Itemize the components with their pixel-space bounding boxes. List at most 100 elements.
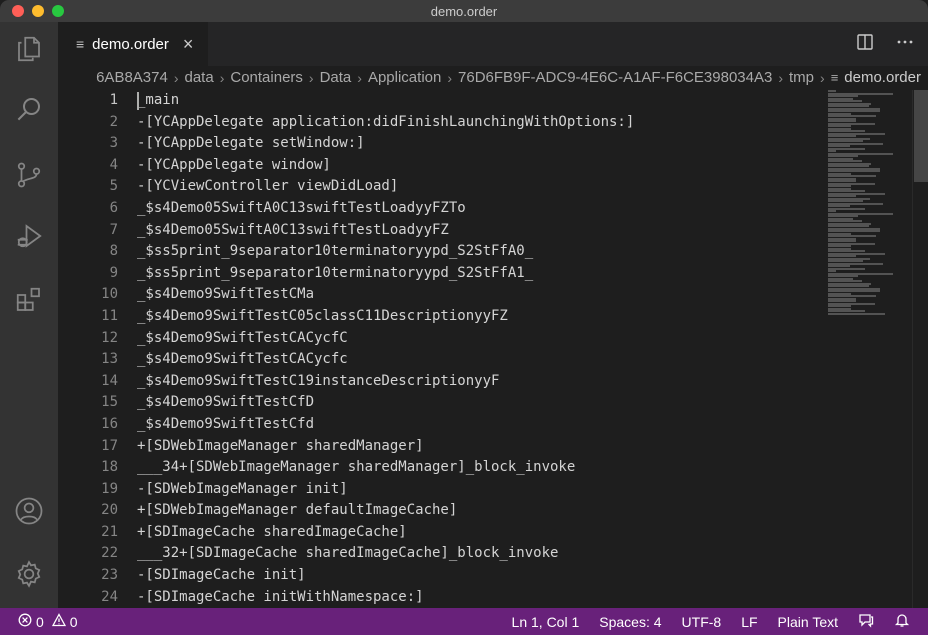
code-line[interactable]: -[SDImageCache initWithNamespace:] [137, 587, 827, 608]
code-line[interactable]: ___32+[SDImageCache sharedImageCache]_bl… [137, 543, 827, 565]
line-number: 23 [101, 567, 118, 584]
line-number: 9 [109, 264, 118, 281]
code-line[interactable]: _$s4Demo9SwiftTestCACycfc [137, 349, 827, 371]
code-line[interactable]: +[SDImageCache sharedImageCache] [137, 522, 827, 544]
line-number: 11 [101, 307, 118, 324]
vertical-scrollbar[interactable] [912, 90, 928, 608]
error-count: 0 [36, 613, 44, 630]
end-of-line[interactable]: LF [741, 614, 757, 630]
breadcrumb: 6AB8A374 › data › Containers › Data › Ap… [58, 66, 928, 90]
line-number: 22 [101, 545, 118, 562]
close-window-button[interactable] [12, 5, 24, 17]
line-number: 3 [109, 135, 118, 152]
code-line[interactable]: -[YCAppDelegate setWindow:] [137, 133, 827, 155]
code-line[interactable]: _$s4Demo9SwiftTestCfD [137, 392, 827, 414]
line-number: 1 [109, 92, 118, 108]
settings-gear-icon[interactable] [0, 550, 58, 598]
line-number: 19 [101, 480, 118, 497]
line-number: 5 [109, 178, 118, 195]
chevron-right-icon: › [219, 69, 225, 86]
account-icon[interactable] [0, 487, 58, 535]
activity-bar [0, 22, 58, 608]
source-control-icon[interactable] [0, 151, 58, 199]
line-number: 24 [101, 588, 118, 605]
tab-bar: ≡ demo.order × [58, 22, 928, 66]
breadcrumb-file[interactable]: demo.order [844, 69, 921, 86]
code-line[interactable]: _main [137, 90, 827, 112]
code-line[interactable]: ___34+[SDWebImageManager sharedManager]_… [137, 457, 827, 479]
chevron-right-icon: › [447, 69, 453, 86]
minimize-window-button[interactable] [32, 5, 44, 17]
code-line[interactable]: +[SDWebImageManager sharedManager] [137, 436, 827, 458]
run-debug-icon[interactable] [0, 212, 58, 260]
breadcrumb-item[interactable]: Data [320, 69, 352, 86]
line-number: 14 [101, 372, 118, 389]
editor[interactable]: 1 2 3 4 5 6 7 8 9 10 11 12 13 14 15 16 17 18 19 20 21 22 23 24 … [58, 90, 928, 608]
problems-indicator[interactable]: 0 0 [18, 608, 78, 635]
encoding[interactable]: UTF-8 [682, 614, 722, 630]
code-line[interactable]: -[SDImageCache init] [137, 565, 827, 587]
minimap-line [828, 312, 886, 315]
chevron-right-icon: › [173, 69, 179, 86]
code-line[interactable]: +[SDWebImageManager defaultImageCache] [137, 500, 827, 522]
line-number: 21 [101, 523, 118, 540]
code-line[interactable]: _$s4Demo9SwiftTestC19instanceDescription… [137, 371, 827, 393]
warning-count: 0 [69, 613, 78, 630]
code-line[interactable]: _$s4Demo9SwiftTestCACycfC [137, 328, 827, 350]
status-bar: 0 0 Ln 1, Col 1 Spaces: 4 UTF-8 LF Plain… [0, 608, 928, 635]
file-text-icon: ≡ [76, 36, 85, 52]
code-line[interactable]: _$ss5print_9separator10terminatoryypd_S2… [137, 263, 827, 285]
search-icon[interactable] [0, 85, 58, 133]
text-cursor [137, 92, 139, 110]
breadcrumb-item[interactable]: Containers [230, 69, 303, 86]
language-mode[interactable]: Plain Text [778, 614, 838, 630]
line-number: 4 [109, 156, 118, 173]
title-bar: demo.order [0, 0, 928, 22]
warning-icon [51, 613, 66, 630]
code-line[interactable]: -[YCAppDelegate window] [137, 155, 827, 177]
close-icon[interactable]: × [183, 35, 194, 53]
file-text-icon: ≡ [830, 70, 839, 85]
split-editor-icon[interactable] [856, 33, 874, 56]
code-area[interactable]: _main -[YCAppDelegate application:didFini… [137, 90, 827, 608]
bell-icon[interactable] [894, 612, 910, 631]
cursor-position[interactable]: Ln 1, Col 1 [512, 614, 580, 630]
code-line[interactable]: _$s4Demo05SwiftA0C13swiftTestLoadyyFZTo [137, 198, 827, 220]
code-line[interactable]: _$s4Demo9SwiftTestCfd [137, 414, 827, 436]
code-line[interactable]: -[YCAppDelegate application:didFinishLau… [137, 112, 827, 134]
window-title: demo.order [430, 3, 498, 19]
status-right-items: Ln 1, Col 1 Spaces: 4 UTF-8 LF Plain Tex… [512, 608, 910, 635]
code-line[interactable]: _$s4Demo9SwiftTestCMa [137, 284, 827, 306]
code-line[interactable]: _$s4Demo9SwiftTestC05classC11Description… [137, 306, 827, 328]
breadcrumb-item[interactable]: data [185, 69, 214, 86]
line-number-gutter: 1 2 3 4 5 6 7 8 9 10 11 12 13 14 15 16 17 18 19 20 21 22 23 24 [58, 90, 118, 608]
zoom-window-button[interactable] [52, 5, 64, 17]
line-number: 12 [101, 329, 118, 346]
tab-demo-order[interactable]: ≡ demo.order × [58, 22, 208, 66]
breadcrumb-item[interactable]: Application [368, 69, 441, 86]
line-number: 6 [109, 199, 118, 216]
line-number: 18 [101, 459, 118, 476]
minimap[interactable] [828, 90, 912, 608]
line-number: 7 [109, 221, 118, 238]
error-icon [18, 613, 32, 630]
breadcrumb-item[interactable]: 6AB8A374 [96, 69, 168, 86]
scrollbar-thumb[interactable] [914, 90, 928, 182]
breadcrumb-item[interactable]: 76D6FB9F-ADC9-4E6C-A1AF-F6CE398034A3 [458, 69, 772, 86]
feedback-icon[interactable] [858, 612, 874, 631]
chevron-right-icon: › [778, 69, 783, 86]
code-line[interactable]: -[SDWebImageManager init] [137, 479, 827, 501]
chevron-right-icon: › [820, 69, 825, 86]
code-line[interactable]: _$ss5print_9separator10terminatoryypd_S2… [137, 241, 827, 263]
indentation[interactable]: Spaces: 4 [599, 614, 661, 630]
extensions-icon[interactable] [0, 276, 58, 324]
breadcrumb-item[interactable]: tmp [789, 69, 814, 86]
more-actions-icon[interactable] [896, 33, 914, 56]
code-line[interactable]: _$s4Demo05SwiftA0C13swiftTestLoadyyFZ [137, 220, 827, 242]
line-number: 13 [101, 351, 118, 368]
explorer-icon[interactable] [0, 25, 58, 73]
code-line[interactable]: -[YCViewController viewDidLoad] [137, 176, 827, 198]
line-number: 20 [101, 502, 118, 519]
tab-label: demo.order [92, 35, 169, 53]
chevron-right-icon: › [308, 69, 314, 86]
